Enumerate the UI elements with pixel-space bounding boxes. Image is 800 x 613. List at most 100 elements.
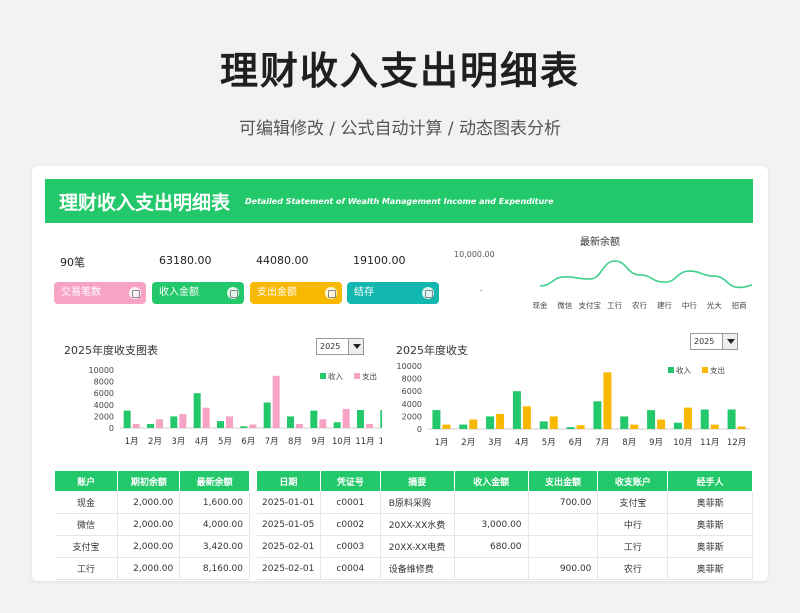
col-header: 摘要 [379,470,455,492]
table-row[interactable]: 2025-02-01 c0003 20XX-XX电费 680.00 工行 奥菲斯 [256,535,753,558]
x-tick-label: 4月 [515,438,529,448]
table-cell[interactable]: 2,000.00 [117,535,181,558]
table-cell[interactable] [454,491,529,514]
kpi-badge-expense[interactable]: 支出金额 [250,282,342,304]
x-tick-label: 5月 [218,437,232,447]
table-cell[interactable]: 奥菲斯 [667,557,753,580]
table-cell[interactable]: c0004 [320,557,381,580]
card-icon [325,287,337,299]
table-row[interactable]: 现金 2,000.00 1,600.00 [54,491,250,514]
table-row[interactable]: 工行 2,000.00 8,160.00 [54,557,250,580]
balance-line [539,260,752,289]
bar-expense [522,406,531,429]
table-cell[interactable]: 2025-02-01 [256,557,321,580]
legend-label: 收入 [328,371,343,381]
x-tick-label: 3月 [171,437,185,447]
table-cell[interactable]: 农行 [597,557,669,580]
chart2-year-value: 2025 [694,337,715,346]
table-row[interactable]: 2025-01-01 c0001 B原料采购 700.00 支付宝 奥菲斯 [256,491,753,514]
bar-expense [272,375,280,428]
chart1-year-value: 2025 [320,342,341,351]
chart1-year-select[interactable]: 2025 [316,338,364,355]
x-tick-label: 1月 [125,437,139,447]
table-cell[interactable]: 2,000.00 [117,557,181,580]
bar-expense [657,419,666,429]
table-cell[interactable]: 中行 [597,513,669,536]
x-tick-label: 6月 [241,437,255,447]
kpi-badge-balance[interactable]: 结存 [347,282,439,304]
kpi-badge-transactions[interactable]: 交易笔数 [54,282,146,304]
x-tick-label: 3月 [488,438,502,448]
table-row[interactable]: 2025-02-01 c0004 设备维修费 900.00 农行 奥菲斯 [256,557,753,580]
chevron-down-icon[interactable] [722,334,737,349]
table-cell[interactable]: 2025-02-01 [256,535,321,558]
bar-income [357,410,364,428]
bar-expense [132,423,140,428]
x-tick-label: 2月 [461,438,475,448]
table-row[interactable]: 支付宝 2,000.00 3,420.00 [54,535,250,558]
page-subtitle: 可编辑修改 / 公式自动计算 / 动态图表分析 [238,119,562,139]
table-cell[interactable]: 700.00 [528,491,599,514]
y-tick-label: 8000 [402,375,422,384]
banner-title: 理财收入支出明细表 [59,192,231,214]
table-cell[interactable] [454,557,529,580]
bar-income [727,409,736,429]
card-icon [422,287,434,299]
table-cell[interactable]: 奥菲斯 [667,535,753,558]
kpi-label: 结存 [354,287,374,298]
balance-x-label: 招商 [732,300,748,310]
table-cell[interactable]: c0003 [320,535,381,558]
col-header: 账户 [53,470,119,492]
table-cell[interactable]: 现金 [54,491,119,514]
table-cell[interactable]: c0001 [320,491,381,514]
table-cell[interactable]: 奥菲斯 [667,491,753,514]
x-tick-label: 7月 [595,438,609,448]
bar-income [310,410,318,428]
dashboard-card: 理财收入支出明细表 Detailed Statement of Wealth M… [32,166,768,581]
kpi-badge-income[interactable]: 收入金额 [152,282,244,304]
x-tick-label: 10月 [673,438,692,448]
table-cell[interactable]: 8,160.00 [179,557,250,580]
table-row[interactable]: 微信 2,000.00 4,000.00 [54,513,250,536]
bar-income [123,410,131,428]
table-cell[interactable]: 1,600.00 [179,491,250,514]
table-cell[interactable]: 2,000.00 [117,491,181,514]
table-cell[interactable]: 680.00 [454,535,529,558]
bar-income [620,416,629,429]
table-cell[interactable]: c0002 [320,513,381,536]
kpi-value-income: 63180.00 [159,254,212,267]
table-cell[interactable]: 支付宝 [597,491,669,514]
col-header: 凭证号 [319,470,381,492]
table-cell[interactable]: 支付宝 [54,535,119,558]
table-cell[interactable]: 奥菲斯 [667,513,753,536]
chevron-down-icon[interactable] [348,339,363,354]
table-cell[interactable]: 3,000.00 [454,513,529,536]
table-cell[interactable]: 2,000.00 [117,513,181,536]
card-icon [227,287,239,299]
y-tick-label: 2000 [94,412,114,421]
table-cell[interactable]: 微信 [54,513,119,536]
table-cell[interactable]: 工行 [54,557,119,580]
table-cell[interactable]: 2025-01-01 [256,491,321,514]
y-tick-label: 2000 [402,412,422,421]
bar-expense [710,424,719,429]
table-cell[interactable]: 3,420.00 [179,535,250,558]
table-cell[interactable]: 20XX-XX电费 [380,535,455,558]
table-cell[interactable]: 2025-01-05 [256,513,321,536]
table-cell[interactable] [528,535,599,558]
table-cell[interactable]: 900.00 [528,557,599,580]
kpi-value-balance: 19100.00 [353,254,406,267]
table-cell[interactable]: 工行 [597,535,669,558]
table-cell[interactable]: 4,000.00 [179,513,250,536]
table-row[interactable]: 2025-01-05 c0002 20XX-XX水费 3,000.00 中行 奥菲斯 [256,513,753,536]
balance-x-label: 工行 [607,300,622,310]
table-cell[interactable]: 20XX-XX水费 [380,513,455,536]
table-cell[interactable]: B原料采购 [380,491,455,514]
table-cell[interactable] [528,513,599,536]
chart2-year-select[interactable]: 2025 [690,333,738,350]
bar-income [539,421,548,429]
banner-subtitle: Detailed Statement of Wealth Management … [245,197,554,206]
table-cell[interactable]: 设备维修费 [380,557,455,580]
legend-label: 支出 [362,371,377,381]
balance-x-label: 建行 [657,300,672,310]
